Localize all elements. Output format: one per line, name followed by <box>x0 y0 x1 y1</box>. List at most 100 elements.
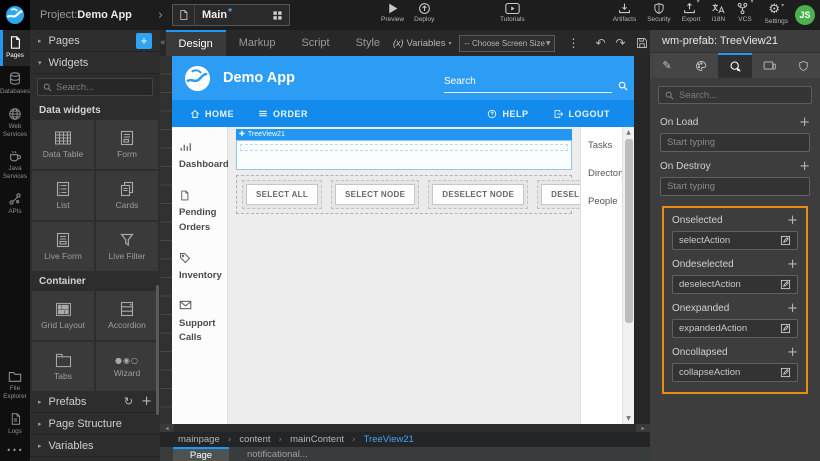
variables-dropdown[interactable]: (x) Variables ▾ <box>393 30 451 56</box>
vcs-button[interactable]: ▾ VCS <box>736 2 753 23</box>
widget-tile-data-table[interactable]: Data Table <box>32 120 94 169</box>
wavemaker-logo[interactable] <box>0 0 30 30</box>
tab-styles[interactable] <box>684 53 718 78</box>
widget-tile-live-form[interactable]: Live Form <box>32 222 94 271</box>
add-ondeselected-action-button[interactable]: + <box>787 258 798 271</box>
add-oncollapsed-action-button[interactable]: + <box>787 346 798 359</box>
right-item-tasks[interactable]: Tasks <box>588 140 622 151</box>
right-item-directory[interactable]: Directory <box>588 168 622 179</box>
breadcrumb-content[interactable]: content <box>239 434 270 445</box>
security-button[interactable]: Security <box>647 2 670 23</box>
sidebar-item-inventory[interactable]: Inventory <box>172 252 227 283</box>
sidebar-item-dashboard[interactable]: Dashboard <box>172 141 227 172</box>
widget-tile-form[interactable]: Form <box>96 120 158 169</box>
section-variables[interactable]: ▸ Variables <box>30 435 160 457</box>
left-panel-scrollbar[interactable] <box>156 285 159 415</box>
edit-action-icon[interactable] <box>780 235 791 246</box>
widget-tile-live-filter[interactable]: Live Filter <box>96 222 158 271</box>
ondeselected-action-input[interactable] <box>679 279 776 290</box>
scrollbar-thumb[interactable] <box>625 139 633 323</box>
preview-button[interactable]: Preview <box>381 2 404 23</box>
treeview-drop-area[interactable] <box>236 140 572 170</box>
nav-order[interactable]: ORDER <box>258 109 308 119</box>
tab-markup[interactable]: Markup <box>226 30 289 56</box>
onload-action-input[interactable] <box>667 137 803 148</box>
sidebar-item-pending-orders[interactable]: Pending Orders <box>172 189 227 235</box>
rail-item-web-services[interactable]: Web Services <box>0 102 30 145</box>
select-node-button[interactable]: SELECT NODE <box>335 184 415 205</box>
deploy-button[interactable]: Deploy <box>414 2 434 23</box>
layer-tab-page[interactable]: Page <box>173 447 229 461</box>
rail-item-file-explorer[interactable]: File Explorer <box>0 365 30 407</box>
scroll-up-icon[interactable]: ▲ <box>623 129 634 136</box>
rail-item-apis[interactable]: APIs <box>0 187 30 222</box>
scroll-right-icon[interactable]: ▸ <box>636 424 650 432</box>
widget-tile-cards[interactable]: Cards <box>96 171 158 220</box>
tab-design[interactable]: Design <box>166 30 226 56</box>
page-grid-icon[interactable] <box>265 5 289 25</box>
deselect-node-button[interactable]: DESELECT NODE <box>432 184 524 205</box>
properties-search-input[interactable] <box>679 90 805 101</box>
app-search-field[interactable]: Search <box>444 71 612 93</box>
add-prefab-icon[interactable]: + <box>141 394 152 409</box>
nav-home[interactable]: HOME <box>190 109 234 119</box>
search-icon[interactable] <box>618 81 628 91</box>
page-selector[interactable]: Main* <box>172 4 290 26</box>
more-menu-icon[interactable]: ⋮ <box>567 36 579 50</box>
add-onexpanded-action-button[interactable]: + <box>787 302 798 315</box>
more-options-icon[interactable]: ••• <box>0 442 30 461</box>
sidebar-item-support-calls[interactable]: Support Calls <box>172 300 227 346</box>
save-button[interactable] <box>636 37 648 49</box>
onselected-action-input[interactable] <box>679 235 776 246</box>
add-ondestroy-action-button[interactable]: + <box>799 160 810 173</box>
select-all-button[interactable]: SELECT ALL <box>246 184 318 205</box>
i18n-button[interactable]: i18N <box>711 2 725 23</box>
tutorials-button[interactable]: Tutorials <box>500 2 525 23</box>
tab-properties[interactable]: ✎ <box>650 53 684 78</box>
artifacts-button[interactable]: Artifacts <box>613 2 636 23</box>
tab-script[interactable]: Script <box>288 30 342 56</box>
canvas-vertical-scrollbar[interactable]: ▲ ▼ <box>622 127 634 424</box>
widget-selection-bar[interactable]: ✚ TreeView21 <box>236 129 572 140</box>
tab-security[interactable] <box>786 53 820 78</box>
onexpanded-action-input[interactable] <box>679 323 776 334</box>
section-page-structure[interactable]: ▸ Page Structure <box>30 413 160 435</box>
rail-item-java-services[interactable]: Java Services <box>0 144 30 187</box>
rail-item-logs[interactable]: Logs <box>0 407 30 442</box>
nav-help[interactable]: HELP <box>487 109 528 119</box>
right-item-people[interactable]: People <box>588 196 622 207</box>
section-widgets[interactable]: ▾ Widgets <box>30 52 160 74</box>
breadcrumb-treeview21[interactable]: TreeView21 <box>364 434 414 445</box>
widget-tile-grid-layout[interactable]: Grid Layout <box>32 291 94 340</box>
user-avatar[interactable]: JS <box>795 5 815 25</box>
add-page-button[interactable]: + <box>136 33 152 49</box>
widget-search-input[interactable] <box>56 82 147 93</box>
ondestroy-action-input[interactable] <box>667 181 803 192</box>
move-icon[interactable]: ✚ <box>239 131 245 138</box>
redo-button[interactable]: ↷ <box>616 36 626 50</box>
tab-device[interactable] <box>752 53 786 78</box>
oncollapsed-action-input[interactable] <box>679 367 776 378</box>
edit-action-icon[interactable] <box>780 279 791 290</box>
rail-item-pages[interactable]: Pages <box>0 30 30 66</box>
treeview-widget[interactable]: ✚ TreeView21 SELECT ALL SELECT NODE DESE… <box>236 129 572 214</box>
widget-tile-list[interactable]: List <box>32 171 94 220</box>
undo-button[interactable]: ↶ <box>595 36 605 50</box>
breadcrumb-mainpage[interactable]: mainpage <box>178 434 220 445</box>
settings-button[interactable]: ⚙▾ Settings <box>765 2 789 25</box>
nav-logout[interactable]: LOGOUT <box>553 109 611 119</box>
add-onselected-action-button[interactable]: + <box>787 214 798 227</box>
widget-tile-tabs[interactable]: Tabs <box>32 342 94 391</box>
section-pages[interactable]: ▸ Pages + <box>30 30 160 52</box>
refresh-icon[interactable]: ↻ <box>124 395 133 408</box>
scroll-down-icon[interactable]: ▼ <box>623 415 634 422</box>
export-button[interactable]: ▾ Export <box>682 2 701 23</box>
tab-events[interactable] <box>718 53 752 78</box>
edit-action-icon[interactable] <box>780 323 791 334</box>
tab-style[interactable]: Style <box>343 30 393 56</box>
widget-tile-accordion[interactable]: Accordion <box>96 291 158 340</box>
widget-tile-wizard[interactable]: ●◉○ Wizard <box>96 342 158 391</box>
rail-item-databases[interactable]: Databases <box>0 66 30 102</box>
screen-size-select[interactable]: -- Choose Screen Size -- ▼ <box>459 35 555 52</box>
scroll-left-icon[interactable]: ◂ <box>160 424 174 432</box>
